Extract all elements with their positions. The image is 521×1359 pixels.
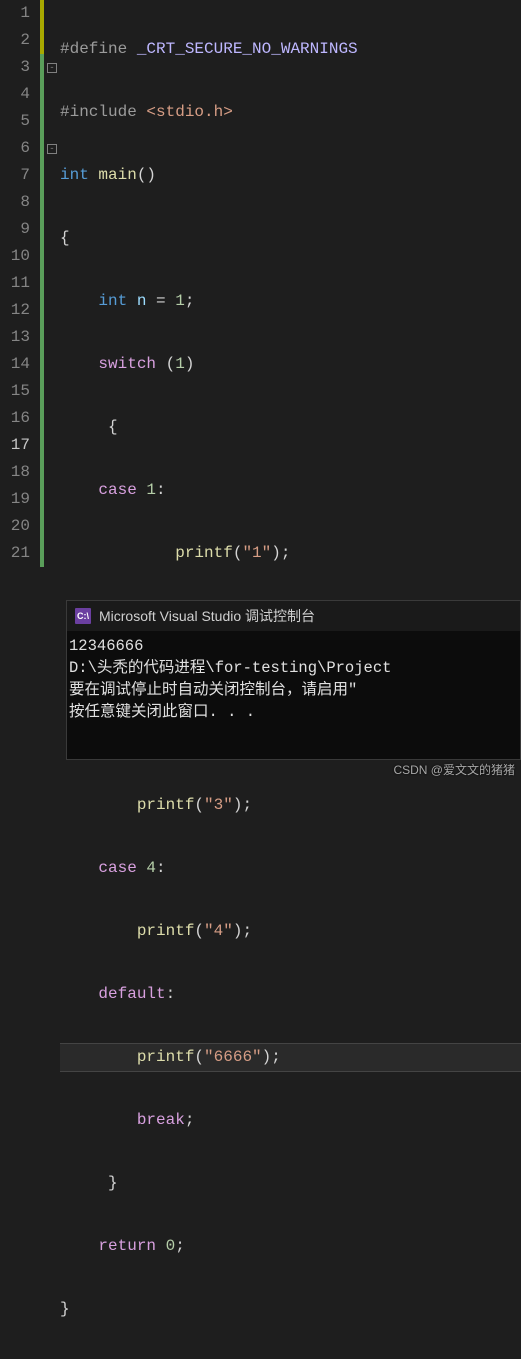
line-number: 2 bbox=[0, 27, 30, 54]
console-title-text: Microsoft Visual Studio 调试控制台 bbox=[99, 606, 315, 626]
line-number: 15 bbox=[0, 378, 30, 405]
code-line[interactable]: #define _CRT_SECURE_NO_WARNINGS bbox=[60, 36, 521, 63]
line-number: 6 bbox=[0, 135, 30, 162]
code-line[interactable]: #include <stdio.h> bbox=[60, 99, 521, 126]
visual-studio-icon: C:\ bbox=[75, 608, 91, 624]
line-number: 18 bbox=[0, 459, 30, 486]
code-line[interactable]: int n = 1; bbox=[60, 288, 521, 315]
line-number: 9 bbox=[0, 216, 30, 243]
line-number: 11 bbox=[0, 270, 30, 297]
debug-console-window[interactable]: C:\ Microsoft Visual Studio 调试控制台 123466… bbox=[66, 600, 521, 760]
code-line[interactable]: { bbox=[60, 225, 521, 252]
code-line[interactable]: printf("4"); bbox=[60, 918, 521, 945]
line-number: 10 bbox=[0, 243, 30, 270]
line-number: 21 bbox=[0, 540, 30, 567]
code-line[interactable]: return 0; bbox=[60, 1233, 521, 1260]
line-number: 4 bbox=[0, 81, 30, 108]
code-line[interactable]: switch (1) bbox=[60, 351, 521, 378]
line-number: 1 bbox=[0, 0, 30, 27]
fold-toggle-icon[interactable]: - bbox=[47, 63, 57, 73]
watermark-text: CSDN @爱文文的猪猪 bbox=[393, 761, 515, 778]
code-area[interactable]: #define _CRT_SECURE_NO_WARNINGS #include… bbox=[60, 0, 521, 577]
code-line[interactable]: } bbox=[60, 1296, 521, 1323]
code-line[interactable]: { bbox=[60, 414, 521, 441]
line-number: 12 bbox=[0, 297, 30, 324]
line-number: 7 bbox=[0, 162, 30, 189]
line-number: 16 bbox=[0, 405, 30, 432]
code-line[interactable]: int main() bbox=[60, 162, 521, 189]
fold-toggle-icon[interactable]: - bbox=[47, 144, 57, 154]
line-number: 14 bbox=[0, 351, 30, 378]
code-line-current[interactable]: printf("6666"); bbox=[60, 1043, 521, 1072]
code-line[interactable]: break; bbox=[60, 1107, 521, 1134]
code-line[interactable]: printf("3"); bbox=[60, 792, 521, 819]
line-number: 3 bbox=[0, 54, 30, 81]
code-line[interactable]: printf("1"); bbox=[60, 540, 521, 567]
line-number: 8 bbox=[0, 189, 30, 216]
code-line[interactable]: case 4: bbox=[60, 855, 521, 882]
code-line[interactable]: case 1: bbox=[60, 477, 521, 504]
code-line[interactable]: } bbox=[60, 1170, 521, 1197]
line-number: 17 bbox=[0, 432, 30, 459]
line-number: 5 bbox=[0, 108, 30, 135]
line-number: 19 bbox=[0, 486, 30, 513]
console-output[interactable]: 12346666 D:\头秃的代码进程\for-testing\Project … bbox=[67, 631, 520, 727]
fold-column: - - bbox=[46, 0, 60, 577]
line-number: 13 bbox=[0, 324, 30, 351]
code-line[interactable]: default: bbox=[60, 981, 521, 1008]
line-number: 20 bbox=[0, 513, 30, 540]
console-titlebar[interactable]: C:\ Microsoft Visual Studio 调试控制台 bbox=[67, 601, 520, 631]
code-editor[interactable]: 1 2 3 4 5 6 7 8 9 10 11 12 13 14 15 16 1… bbox=[0, 0, 521, 577]
line-number-gutter: 1 2 3 4 5 6 7 8 9 10 11 12 13 14 15 16 1… bbox=[0, 0, 40, 577]
